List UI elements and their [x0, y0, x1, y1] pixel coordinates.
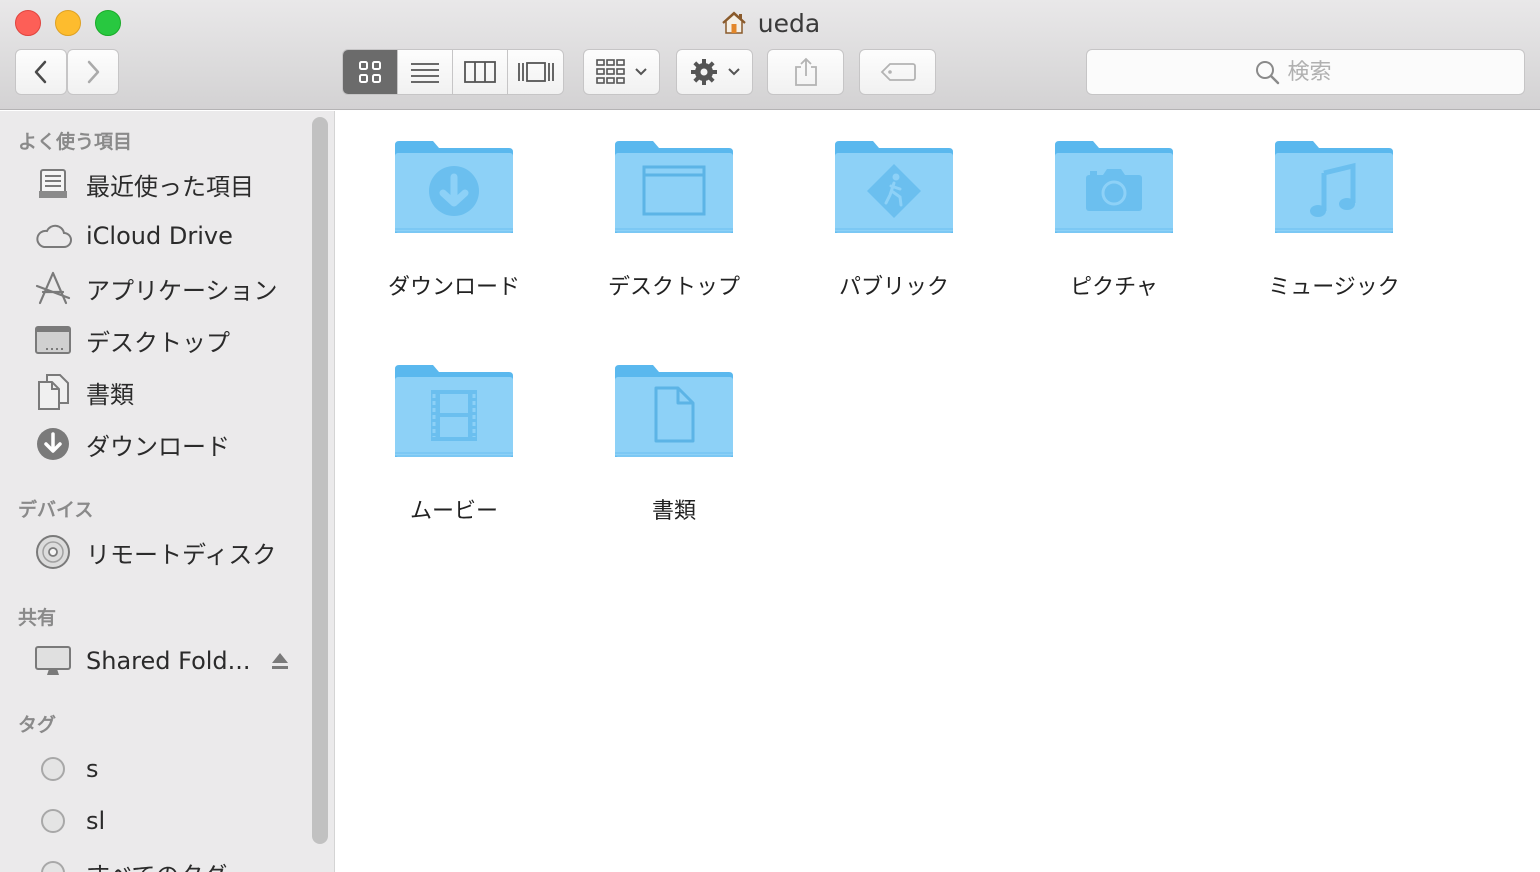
- music-folder-icon: [1275, 141, 1393, 233]
- folder-item-music[interactable]: ミュージック: [1234, 139, 1434, 301]
- file-name: 書類: [651, 499, 696, 524]
- folder-item-documents[interactable]: 書類: [574, 363, 774, 525]
- cover-flow-view-button[interactable]: [508, 50, 563, 94]
- sidebar-item-label: Shared Fold...: [86, 647, 251, 675]
- share-icon: [794, 57, 817, 86]
- title-bar: ueda: [0, 0, 1540, 110]
- sidebar-item-icloud-drive[interactable]: iCloud Drive: [34, 214, 233, 258]
- icon-view-button[interactable]: [343, 50, 398, 94]
- search-field[interactable]: [1086, 49, 1525, 95]
- documents-folder-icon: [615, 365, 733, 457]
- sidebar-item-documents[interactable]: 書類: [34, 370, 134, 414]
- chevron-down-icon: [727, 68, 740, 76]
- download-folder-icon: [395, 141, 513, 233]
- chevron-right-icon: [87, 60, 100, 84]
- file-name: パブリック: [838, 275, 949, 300]
- folder-item-pictures[interactable]: ピクチャ: [1014, 139, 1214, 301]
- file-browser: ダウンロード デスクトップ パブリック ピクチャ ミュージック ムービー 書類: [336, 111, 1540, 872]
- all-tags-icon: [41, 861, 65, 872]
- cover-flow-icon: [517, 62, 554, 82]
- sidebar-item-tag-s[interactable]: s: [34, 747, 99, 791]
- file-name: ミュージック: [1268, 275, 1400, 300]
- share-button[interactable]: [767, 49, 844, 95]
- tag-color-dot: [41, 809, 65, 833]
- file-name: ムービー: [409, 499, 498, 524]
- sidebar-item-label: iCloud Drive: [86, 222, 233, 250]
- sidebar: よく使う項目 最近使った項目 iCloud Drive アプリケーション デスク…: [0, 111, 335, 872]
- public-folder-icon: [835, 141, 953, 233]
- sidebar-item-label: すべてのタグ...: [86, 856, 250, 872]
- sidebar-item-label: ダウンロード: [86, 432, 230, 461]
- sidebar-item-desktop[interactable]: デスクトップ: [34, 318, 230, 362]
- search-icon: [1255, 61, 1279, 85]
- gear-icon: [690, 59, 717, 85]
- pictures-folder-icon: [1055, 141, 1173, 233]
- chevron-down-icon: [634, 68, 647, 76]
- icon-view-icon: [359, 61, 381, 83]
- applications-icon: [34, 269, 72, 307]
- desktop-icon: [34, 321, 72, 359]
- sidebar-section-devices: デバイス: [18, 499, 94, 521]
- disc-icon: [34, 533, 72, 571]
- movies-folder-icon: [395, 365, 513, 457]
- desktop-folder-icon: [615, 141, 733, 233]
- download-icon: [34, 425, 72, 463]
- home-icon: [722, 11, 746, 34]
- tag-color-dot: [41, 757, 65, 781]
- view-mode-control[interactable]: [342, 49, 564, 95]
- monitor-icon: [34, 642, 72, 680]
- folder-item-public[interactable]: パブリック: [794, 139, 994, 301]
- folder-item-movies[interactable]: ムービー: [354, 363, 554, 525]
- edit-tags-button[interactable]: [859, 49, 936, 95]
- sidebar-item-applications[interactable]: アプリケーション: [34, 266, 278, 310]
- sidebar-item-all-tags[interactable]: すべてのタグ...: [34, 851, 250, 872]
- forward-button[interactable]: [67, 49, 119, 95]
- cloud-icon: [34, 217, 72, 255]
- sidebar-item-remote-disc[interactable]: リモートディスク: [34, 530, 276, 574]
- list-view-icon: [411, 63, 439, 83]
- sidebar-item-label: リモートディスク: [86, 540, 277, 569]
- recents-icon: [34, 165, 72, 203]
- sidebar-item-label: s: [86, 755, 99, 783]
- eject-icon[interactable]: [270, 651, 290, 675]
- column-view-icon: [464, 61, 496, 83]
- sidebar-item-shared-folder[interactable]: Shared Fold...: [34, 639, 251, 683]
- sidebar-item-label: デスクトップ: [86, 328, 230, 357]
- search-input[interactable]: [1287, 59, 1358, 85]
- folder-item-desktop[interactable]: デスクトップ: [574, 139, 774, 301]
- action-button[interactable]: [676, 49, 753, 95]
- arrange-button[interactable]: [583, 49, 660, 95]
- sidebar-section-shared: 共有: [18, 607, 57, 629]
- sidebar-scrollbar[interactable]: [312, 117, 328, 844]
- sidebar-item-recents[interactable]: 最近使った項目: [34, 162, 254, 206]
- sidebar-item-downloads[interactable]: ダウンロード: [34, 422, 230, 466]
- file-name: デスクトップ: [607, 275, 740, 300]
- sidebar-item-label: sl: [86, 807, 106, 835]
- tag-icon: [880, 63, 916, 81]
- sidebar-section-tags: タグ: [18, 714, 57, 736]
- window-title: ueda: [0, 6, 1540, 40]
- sidebar-item-label: 最近使った項目: [86, 172, 254, 201]
- sidebar-item-label: アプリケーション: [86, 276, 278, 305]
- window-title-text: ueda: [757, 8, 821, 38]
- file-name: ダウンロード: [387, 275, 520, 300]
- chevron-left-icon: [34, 60, 47, 84]
- folder-item-downloads[interactable]: ダウンロード: [354, 139, 554, 301]
- sidebar-item-tag-sl[interactable]: sl: [34, 799, 105, 843]
- column-view-button[interactable]: [453, 50, 508, 94]
- sidebar-item-label: 書類: [86, 380, 134, 409]
- documents-icon: [34, 373, 72, 411]
- file-name: ピクチャ: [1070, 275, 1158, 300]
- list-view-button[interactable]: [398, 50, 453, 94]
- arrange-grid-icon: [595, 59, 625, 84]
- sidebar-section-favorites: よく使う項目: [18, 131, 133, 153]
- back-button[interactable]: [15, 49, 67, 95]
